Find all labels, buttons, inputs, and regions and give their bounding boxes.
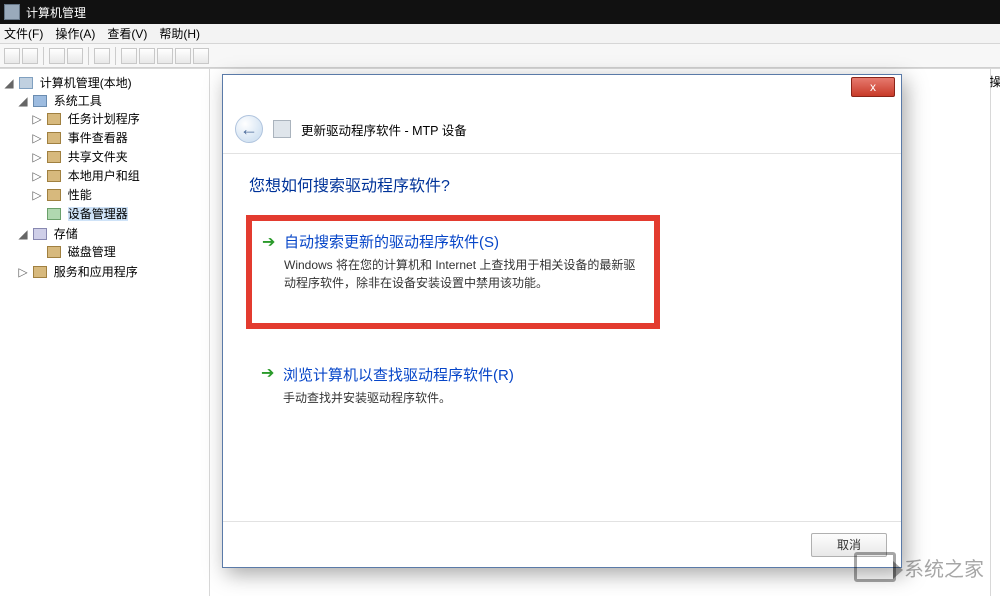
- tree-system-tools[interactable]: ◢ 系统工具 ▷ 任务计划程序 ▷: [18, 91, 207, 224]
- watermark-text: 系统之家: [904, 553, 984, 582]
- tree-twisty-icon[interactable]: ▷: [18, 265, 28, 279]
- toolbar-icon[interactable]: [157, 48, 173, 64]
- tree-label: 任务计划程序: [68, 112, 140, 126]
- scheduler-icon: [47, 113, 61, 125]
- tree-root-label: 计算机管理(本地): [40, 76, 132, 90]
- toolbar: [0, 44, 1000, 68]
- toolbar-back-icon[interactable]: [4, 48, 20, 64]
- tree-storage[interactable]: ◢ 存储 磁盘管理: [18, 224, 207, 262]
- tree-label: 磁盘管理: [68, 245, 116, 259]
- app-icon: [4, 4, 20, 20]
- tree-label: 本地用户和组: [68, 169, 140, 183]
- dialog-footer: 取消: [223, 521, 901, 567]
- tree-twisty-icon[interactable]: ▷: [32, 169, 42, 183]
- tree-label: 服务和应用程序: [54, 265, 138, 279]
- toolbar-icon[interactable]: [94, 48, 110, 64]
- users-icon: [47, 170, 61, 182]
- tree-event-viewer[interactable]: ▷ 事件查看器: [32, 128, 207, 147]
- arrow-right-icon: ➔: [262, 235, 275, 251]
- tree-root[interactable]: ◢ 计算机管理(本地) ◢ 系统工具 ▷ 任务计划: [4, 73, 207, 282]
- tree-spacer: [32, 207, 42, 221]
- tree-shared-folders[interactable]: ▷ 共享文件夹: [32, 147, 207, 166]
- toolbar-icon[interactable]: [67, 48, 83, 64]
- tree-task-scheduler[interactable]: ▷ 任务计划程序: [32, 109, 207, 128]
- toolbar-icon[interactable]: [193, 48, 209, 64]
- device-icon: [273, 120, 291, 138]
- device-manager-icon: [47, 208, 61, 220]
- tree-twisty-icon[interactable]: ◢: [18, 94, 28, 108]
- toolbar-icon[interactable]: [175, 48, 191, 64]
- tree-disk-mgmt[interactable]: 磁盘管理: [32, 242, 207, 261]
- tree-device-manager[interactable]: 设备管理器: [32, 204, 207, 223]
- tree-spacer: [32, 245, 42, 259]
- close-button[interactable]: x: [851, 77, 895, 97]
- toolbar-separator: [43, 47, 44, 65]
- menu-help[interactable]: 帮助(H): [159, 25, 200, 42]
- toolbar-separator: [88, 47, 89, 65]
- tree-performance[interactable]: ▷ 性能: [32, 185, 207, 204]
- tree-twisty-icon[interactable]: ◢: [4, 76, 14, 90]
- perf-icon: [47, 189, 61, 201]
- menu-bar: 文件(F) 操作(A) 查看(V) 帮助(H): [0, 24, 1000, 44]
- menu-file[interactable]: 文件(F): [4, 25, 43, 42]
- toolbar-separator: [115, 47, 116, 65]
- arrow-left-icon: ←: [240, 119, 258, 140]
- tree-twisty-icon[interactable]: ◢: [18, 227, 28, 241]
- content-pane: ◢GUKIND74A ▷DVD/CD-ROM 驱动器 ▷IDE ATA/ATAP…: [210, 69, 1000, 596]
- option-browse-title: 浏览计算机以查找驱动程序软件(R): [283, 364, 859, 385]
- option-auto-title: 自动搜索更新的驱动程序软件(S): [284, 231, 640, 252]
- sidebar-tree: ◢ 计算机管理(本地) ◢ 系统工具 ▷ 任务计划: [0, 69, 210, 596]
- tree-twisty-icon[interactable]: ▷: [32, 150, 42, 164]
- cancel-button[interactable]: 取消: [811, 533, 887, 557]
- option-auto-desc: Windows 将在您的计算机和 Internet 上查找用于相关设备的最新驱动…: [284, 256, 640, 292]
- back-button[interactable]: ←: [235, 115, 263, 143]
- storage-icon: [33, 228, 47, 240]
- tools-icon: [33, 95, 47, 107]
- window-titlebar: 计算机管理: [0, 0, 1000, 24]
- arrow-right-icon: ➔: [261, 366, 274, 382]
- toolbar-icon[interactable]: [139, 48, 155, 64]
- dialog-question: 您想如何搜索驱动程序软件?: [249, 172, 875, 196]
- tree-label: 系统工具: [54, 94, 102, 108]
- menu-view[interactable]: 查看(V): [107, 25, 147, 42]
- tree-twisty-icon[interactable]: ▷: [32, 131, 42, 145]
- toolbar-icon[interactable]: [49, 48, 65, 64]
- tree-label: 共享文件夹: [68, 150, 128, 164]
- actions-pane-stub: 操: [990, 69, 1000, 596]
- computer-icon: [19, 77, 33, 89]
- tree-twisty-icon[interactable]: ▷: [32, 188, 42, 202]
- option-browse[interactable]: ➔ 浏览计算机以查找驱动程序软件(R) 手动查找并安装驱动程序软件。: [249, 350, 875, 411]
- window-title: 计算机管理: [26, 4, 86, 21]
- main-area: ◢ 计算机管理(本地) ◢ 系统工具 ▷ 任务计划: [0, 68, 1000, 596]
- services-icon: [33, 266, 47, 278]
- folder-icon: [47, 151, 61, 163]
- divider: [223, 153, 901, 154]
- disk-icon: [47, 246, 61, 258]
- toolbar-forward-icon[interactable]: [22, 48, 38, 64]
- tree-services-apps[interactable]: ▷ 服务和应用程序: [18, 262, 207, 281]
- event-icon: [47, 132, 61, 144]
- tree-twisty-icon[interactable]: ▷: [32, 112, 42, 126]
- toolbar-icon[interactable]: [121, 48, 137, 64]
- tree-local-users[interactable]: ▷ 本地用户和组: [32, 166, 207, 185]
- update-driver-dialog: x ← 更新驱动程序软件 - MTP 设备 您想如何搜索驱动程序软件? ➔ 自动…: [222, 74, 902, 568]
- tree-label: 事件查看器: [68, 131, 128, 145]
- option-auto-search[interactable]: ➔ 自动搜索更新的驱动程序软件(S) Windows 将在您的计算机和 Inte…: [249, 218, 657, 326]
- dialog-title: 更新驱动程序软件 - MTP 设备: [301, 120, 467, 139]
- tree-label: 设备管理器: [68, 207, 128, 221]
- tree-label: 性能: [68, 188, 92, 202]
- tree-label: 存储: [54, 227, 78, 241]
- menu-action[interactable]: 操作(A): [55, 25, 95, 42]
- option-browse-desc: 手动查找并安装驱动程序软件。: [283, 389, 859, 407]
- dialog-header: ← 更新驱动程序软件 - MTP 设备: [223, 111, 901, 153]
